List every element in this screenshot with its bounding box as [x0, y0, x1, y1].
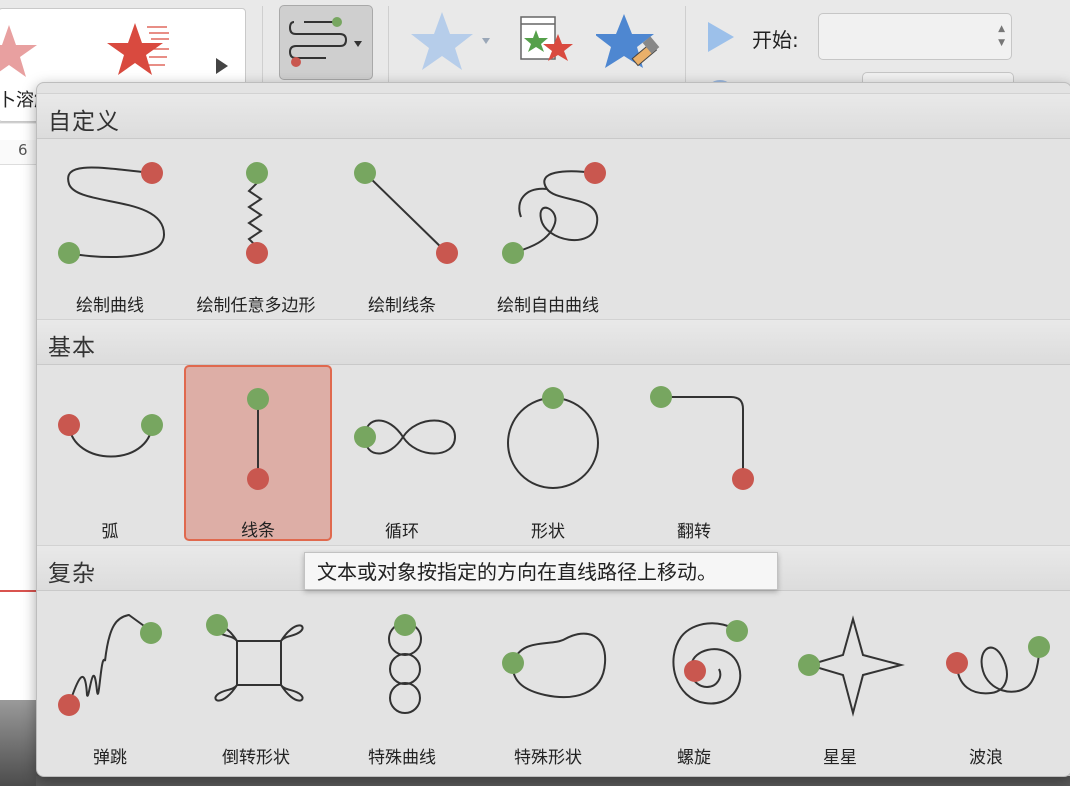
item-label: 绘制任意多边形 — [196, 296, 316, 316]
item-label: 波浪 — [969, 748, 1003, 768]
path-shapes[interactable]: 形状 — [475, 365, 621, 542]
inverted-square-icon — [206, 614, 304, 702]
item-label: 弹跳 — [93, 748, 127, 768]
loop-icon — [354, 419, 457, 455]
section-title: 复杂 — [48, 561, 96, 587]
path-bean[interactable]: 特殊形状 — [475, 591, 621, 768]
item-label: 翻转 — [677, 522, 711, 542]
path-draw-curve[interactable]: 绘制曲线 — [37, 139, 183, 316]
thumbnail-strip — [36, 776, 1070, 786]
slide-guide-line — [0, 590, 40, 592]
item-label: 绘制线条 — [368, 296, 436, 316]
draw-freeform-icon — [246, 162, 268, 264]
draw-curve-icon — [58, 162, 166, 264]
path-lines[interactable]: 线条 — [184, 365, 332, 541]
path-turn[interactable]: 翻转 — [621, 365, 767, 542]
item-label: 弧 — [101, 522, 119, 542]
reorder-animation-icon[interactable] — [518, 14, 578, 74]
item-label: 线条 — [241, 521, 275, 541]
path-wave[interactable]: 波浪 — [913, 591, 1059, 768]
item-label: 星星 — [823, 748, 857, 768]
path-spiral[interactable]: 螺旋 — [621, 591, 767, 768]
wave-icon — [946, 636, 1050, 695]
path-star[interactable]: 星星 — [767, 591, 913, 768]
gallery-next-icon[interactable] — [216, 58, 228, 74]
path-options-button[interactable] — [279, 5, 373, 80]
start-label: 开始: — [752, 28, 799, 52]
tooltip: 文本或对象按指定的方向在直线路径上移动。 — [304, 552, 778, 590]
bounce-icon — [58, 613, 162, 716]
path-draw-freeform[interactable]: 绘制任意多边形 — [183, 139, 329, 316]
slide-canvas[interactable] — [0, 124, 40, 786]
item-label: 螺旋 — [677, 748, 711, 768]
effect-options-icon[interactable] — [410, 10, 500, 74]
path-bounce[interactable]: 弹跳 — [37, 591, 183, 768]
ruler-number: 6 — [18, 141, 28, 159]
divider — [262, 6, 263, 94]
item-label: 特殊曲线 — [368, 748, 436, 768]
divider — [388, 6, 389, 94]
path-inverted-square[interactable]: 倒转形状 — [183, 591, 329, 768]
slide-image — [0, 700, 40, 786]
curvy-line-icon — [388, 614, 422, 714]
path-arc[interactable]: 弧 — [37, 365, 183, 542]
divider — [685, 6, 686, 94]
path-draw-line[interactable]: 绘制线条 — [329, 139, 475, 316]
arc-icon — [58, 414, 163, 458]
path-loop[interactable]: 循环 — [329, 365, 475, 542]
section-header-custom: 自定义 — [37, 93, 1070, 139]
item-label: 循环 — [385, 522, 419, 542]
item-label: 绘制曲线 — [76, 296, 144, 316]
circle-path-icon — [507, 387, 599, 489]
draw-scribble-icon — [502, 162, 606, 264]
chevron-up-icon: ▲ — [998, 24, 1005, 34]
play-icon[interactable] — [704, 20, 738, 54]
section-title: 自定义 — [48, 109, 120, 135]
item-label: 倒转形状 — [222, 748, 290, 768]
item-label: 形状 — [531, 522, 565, 542]
section-title: 基本 — [48, 335, 96, 361]
star-path-icon — [798, 615, 905, 717]
motion-path-gallery: 自定义 绘制曲线 绘制任意多边形 绘制线条 绘制自由曲线 基本 弧 线条 循环 … — [36, 82, 1070, 777]
path-draw-scribble[interactable]: 绘制自由曲线 — [475, 139, 621, 316]
path-icon — [288, 17, 362, 67]
chevron-down-icon: ▼ — [998, 38, 1005, 48]
ruler: 6 — [0, 140, 40, 165]
draw-line-icon — [354, 162, 458, 264]
spiral-icon — [672, 620, 748, 705]
item-label: 绘制自由曲线 — [497, 296, 599, 316]
animation-painter-icon[interactable] — [596, 12, 666, 74]
path-curvy-line[interactable]: 特殊曲线 — [329, 591, 475, 768]
item-label: 特殊形状 — [514, 748, 582, 768]
line-icon — [247, 388, 269, 490]
section-header-basic: 基本 — [37, 319, 1070, 365]
start-select[interactable]: ▲ ▼ — [818, 13, 1012, 60]
bean-shape-icon — [502, 632, 607, 699]
turn-icon — [650, 386, 754, 490]
